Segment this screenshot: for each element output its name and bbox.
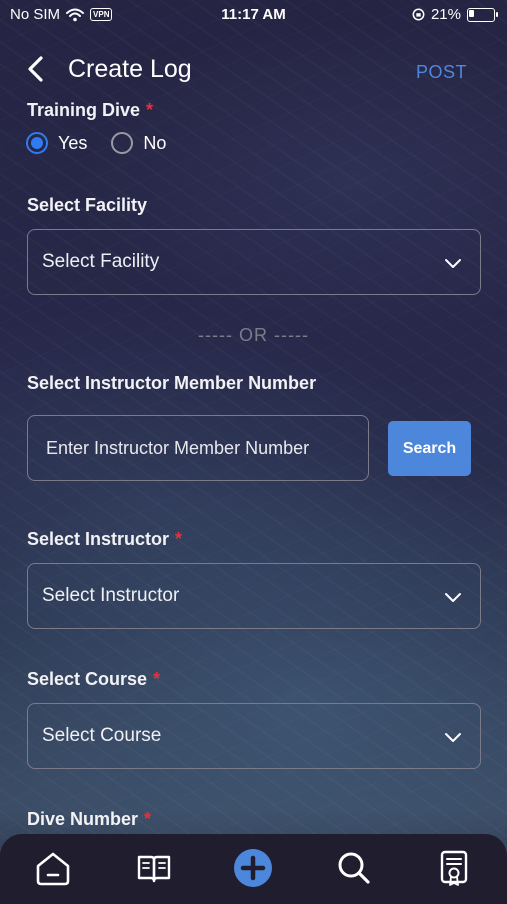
orientation-lock-icon — [412, 8, 425, 21]
instructor-number-label: Select Instructor Member Number — [27, 373, 317, 393]
facility-select[interactable]: Select Facility — [27, 229, 481, 295]
required-mark: * — [146, 100, 154, 120]
training-dive-label: Training Dive * — [27, 100, 154, 120]
search-icon[interactable] — [334, 848, 374, 888]
certificate-icon[interactable] — [434, 848, 474, 888]
back-icon[interactable] — [22, 54, 52, 84]
radio-yes[interactable]: Yes — [26, 132, 87, 154]
chevron-down-icon — [445, 259, 461, 268]
bottom-nav — [0, 834, 507, 904]
radio-no-label: No — [143, 132, 167, 153]
course-select[interactable]: Select Course — [27, 703, 481, 769]
instructor-number-input[interactable] — [27, 415, 369, 481]
home-icon[interactable] — [33, 848, 73, 888]
header: Create Log POST — [0, 50, 507, 90]
dive-number-label: Dive Number * — [27, 809, 152, 829]
required-mark: * — [144, 809, 152, 829]
training-dive-radio-group: Yes No — [26, 132, 190, 154]
page-title: Create Log — [68, 55, 192, 83]
radio-circle — [26, 132, 48, 154]
course-select-value: Select Course — [42, 725, 162, 746]
instructor-select-value: Select Instructor — [42, 585, 180, 606]
search-button[interactable]: Search — [388, 421, 471, 476]
radio-yes-label: Yes — [58, 132, 88, 153]
facility-select-value: Select Facility — [42, 251, 160, 272]
or-divider: ----- OR ----- — [198, 325, 309, 345]
status-bar: No SIM VPN 11:17 AM 21% — [0, 0, 507, 30]
radio-no[interactable]: No — [111, 132, 166, 154]
book-icon[interactable] — [134, 848, 174, 888]
chevron-down-icon — [445, 593, 461, 602]
required-mark: * — [175, 529, 183, 549]
instructor-select[interactable]: Select Instructor — [27, 563, 481, 629]
add-icon[interactable] — [233, 848, 273, 888]
facility-label: Select Facility — [27, 195, 148, 215]
battery-icon — [467, 7, 498, 22]
radio-circle — [111, 132, 134, 154]
course-label: Select Course * — [27, 669, 161, 689]
required-mark: * — [153, 669, 161, 689]
post-button[interactable]: POST — [416, 62, 467, 83]
instructor-label: Select Instructor * — [27, 529, 183, 549]
chevron-down-icon — [445, 733, 461, 742]
battery-percent: 21% — [430, 6, 461, 23]
